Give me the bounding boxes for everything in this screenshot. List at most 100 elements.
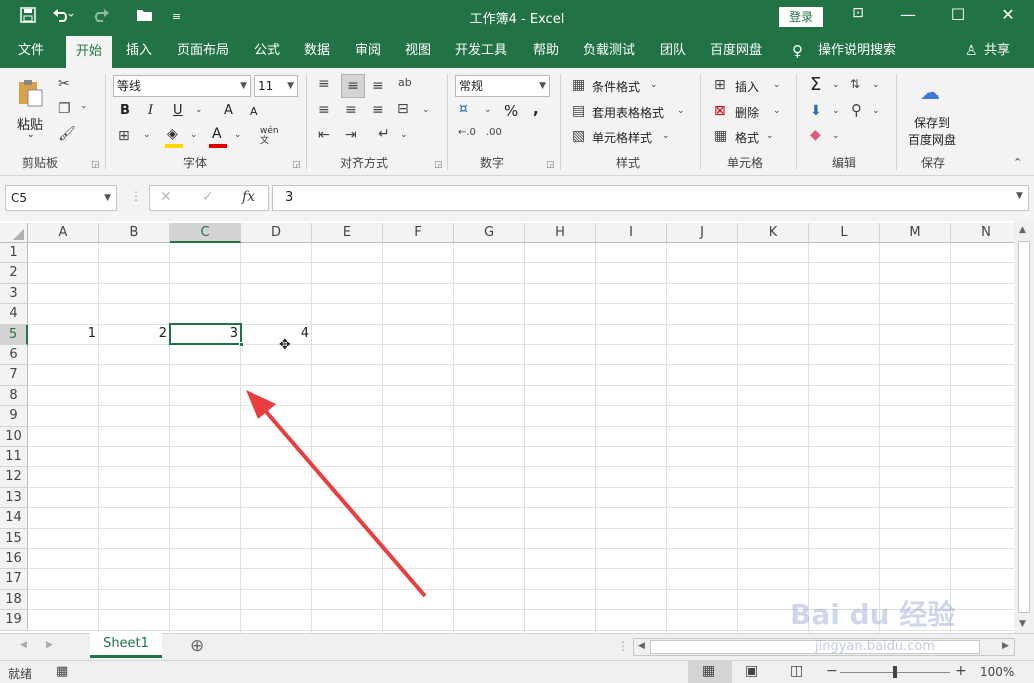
share-icon[interactable]: ♙	[965, 34, 978, 68]
fill-dropdown-icon[interactable]: ⌄	[832, 106, 840, 116]
font-size-combo[interactable]: 11 ▼	[254, 75, 298, 97]
find-dropdown-icon[interactable]: ⌄	[872, 106, 880, 116]
tab-insert[interactable]: 插入	[126, 34, 152, 68]
minimize-button[interactable]: —	[893, 5, 923, 24]
comma-style-button[interactable]: ,	[533, 100, 539, 118]
number-format-combo[interactable]: 常规 ▼	[455, 75, 550, 97]
paste-dropdown-icon[interactable]: ⌄	[27, 130, 35, 140]
percent-style-button[interactable]: %	[504, 102, 518, 120]
font-color-dropdown-icon[interactable]: ⌄	[234, 130, 242, 140]
cell-styles-button[interactable]: 单元格样式	[592, 129, 652, 146]
add-sheet-button[interactable]: ⊕	[190, 636, 204, 656]
ribbon-display-icon[interactable]: ⊡	[843, 5, 873, 21]
format-as-table-button[interactable]: 套用表格格式	[592, 104, 664, 121]
autosum-button[interactable]: Σ	[810, 74, 821, 95]
copy-dropdown-icon[interactable]: ⌄	[80, 101, 88, 111]
merge-dropdown-icon[interactable]: ⌄	[422, 105, 430, 115]
find-select-icon[interactable]: ⚲	[851, 101, 862, 119]
login-button[interactable]: 登录	[779, 7, 823, 27]
prev-sheet-icon[interactable]: ◀	[20, 640, 27, 650]
tab-file[interactable]: 文件	[18, 34, 44, 68]
tab-developer[interactable]: 开发工具	[455, 34, 507, 68]
zoom-in-button[interactable]: +	[955, 663, 967, 679]
paste-icon[interactable]	[16, 78, 46, 108]
insert-cells-button[interactable]: 插入	[735, 78, 759, 95]
macro-record-icon[interactable]: ▦	[56, 664, 68, 679]
scroll-left-icon[interactable]: ◀	[638, 641, 645, 651]
clear-dropdown-icon[interactable]: ⌄	[832, 131, 840, 141]
orientation-icon[interactable]: ab	[398, 76, 412, 89]
insert-function-icon[interactable]: fx	[242, 189, 255, 205]
lightbulb-icon[interactable]: ♀	[792, 34, 803, 68]
format-painter-icon[interactable]: 🖌	[58, 126, 76, 142]
font-name-combo[interactable]: 等线 ▼	[113, 75, 251, 97]
align-right-icon[interactable]: ≡	[372, 102, 384, 118]
page-layout-view-icon[interactable]: ▣	[745, 663, 758, 679]
delete-cells-icon[interactable]: ⊠	[714, 103, 726, 119]
copy-icon[interactable]: ❐	[58, 101, 71, 117]
underline-button[interactable]: U	[173, 103, 183, 118]
underline-dropdown-icon[interactable]: ⌄	[195, 105, 203, 115]
wrap-dropdown-icon[interactable]: ⌄	[400, 130, 408, 140]
cut-icon[interactable]: ✂	[58, 76, 70, 92]
clear-icon[interactable]: ◆	[810, 127, 821, 143]
insert-dropdown-icon[interactable]: ⌄	[773, 80, 781, 90]
alignment-launcher-icon[interactable]: ◲	[434, 160, 443, 170]
decrease-decimal-icon[interactable]: .00	[486, 127, 502, 138]
align-center-icon[interactable]: ≡	[345, 102, 357, 118]
scroll-down-icon[interactable]: ▼	[1019, 619, 1026, 629]
borders-icon[interactable]: ⊞	[118, 128, 130, 144]
increase-indent-icon[interactable]: ⇥	[345, 127, 357, 143]
font-color-button[interactable]: A	[212, 126, 222, 142]
tab-page-layout[interactable]: 页面布局	[177, 34, 229, 68]
phonetic-button[interactable]: wén文	[260, 126, 279, 146]
zoom-out-button[interactable]: −	[826, 663, 838, 679]
number-launcher-icon[interactable]: ◲	[546, 160, 555, 170]
format-as-table-icon[interactable]: ▤	[572, 103, 585, 119]
fill-color-dropdown-icon[interactable]: ⌄	[190, 130, 198, 140]
tab-home[interactable]: 开始	[66, 36, 113, 68]
conditional-formatting-dropdown-icon[interactable]: ⌄	[650, 80, 658, 90]
cancel-entry-icon[interactable]: ✕	[160, 189, 172, 205]
close-button[interactable]: ✕	[993, 5, 1023, 24]
tab-formulas[interactable]: 公式	[254, 34, 280, 68]
enter-entry-icon[interactable]: ✓	[202, 189, 214, 205]
conditional-formatting-icon[interactable]: ▦	[572, 77, 585, 93]
borders-dropdown-icon[interactable]: ⌄	[143, 130, 151, 140]
merge-center-icon[interactable]: ⊟	[397, 101, 409, 117]
format-as-table-dropdown-icon[interactable]: ⌄	[677, 106, 685, 116]
scroll-right-icon[interactable]: ▶	[1002, 641, 1009, 651]
formula-input[interactable]: 3	[272, 185, 1029, 211]
fill-color-icon[interactable]: ◈	[167, 126, 178, 142]
zoom-slider-thumb[interactable]	[893, 666, 897, 678]
normal-view-button[interactable]: ▦	[688, 661, 732, 683]
delete-cells-button[interactable]: 删除	[735, 104, 759, 121]
format-dropdown-icon[interactable]: ⌄	[766, 131, 774, 141]
italic-button[interactable]: I	[148, 103, 153, 118]
share-button[interactable]: 共享	[984, 34, 1010, 68]
format-cells-button[interactable]: 格式	[735, 129, 759, 146]
increase-font-button[interactable]: A	[224, 103, 233, 118]
accounting-format-icon[interactable]: ¤	[459, 101, 468, 117]
save-to-label[interactable]: 保存到	[914, 114, 950, 131]
delete-dropdown-icon[interactable]: ⌄	[773, 106, 781, 116]
align-middle-icon[interactable]: ≡	[341, 74, 365, 98]
tab-review[interactable]: 审阅	[355, 34, 381, 68]
sheet-split-grip-icon[interactable]: ⋮	[617, 639, 629, 653]
worksheet-grid[interactable]: ABCDEFGHIJKLMN 1 2 3 4 5 6 7 8 9 10 11 12 13 14 15 16 17…	[0, 221, 1014, 633]
tell-me-search[interactable]: 操作说明搜索	[818, 34, 896, 68]
cell-styles-icon[interactable]: ▧	[572, 128, 585, 144]
sort-filter-icon[interactable]: ⇅	[850, 77, 860, 91]
fill-icon[interactable]: ⬇	[810, 103, 822, 119]
maximize-button[interactable]: ☐	[943, 5, 973, 24]
font-launcher-icon[interactable]: ◲	[292, 160, 301, 170]
tab-team[interactable]: 团队	[660, 34, 686, 68]
tab-help[interactable]: 帮助	[533, 34, 559, 68]
bold-button[interactable]: B	[120, 103, 130, 118]
baidu-netdisk-label[interactable]: 百度网盘	[908, 131, 956, 148]
clipboard-launcher-icon[interactable]: ◲	[91, 160, 100, 170]
tab-baidu-netdisk[interactable]: 百度网盘	[710, 34, 762, 68]
next-sheet-icon[interactable]: ▶	[46, 640, 53, 650]
tab-load-test[interactable]: 负载测试	[583, 34, 635, 68]
scroll-up-icon[interactable]: ▲	[1019, 225, 1026, 235]
